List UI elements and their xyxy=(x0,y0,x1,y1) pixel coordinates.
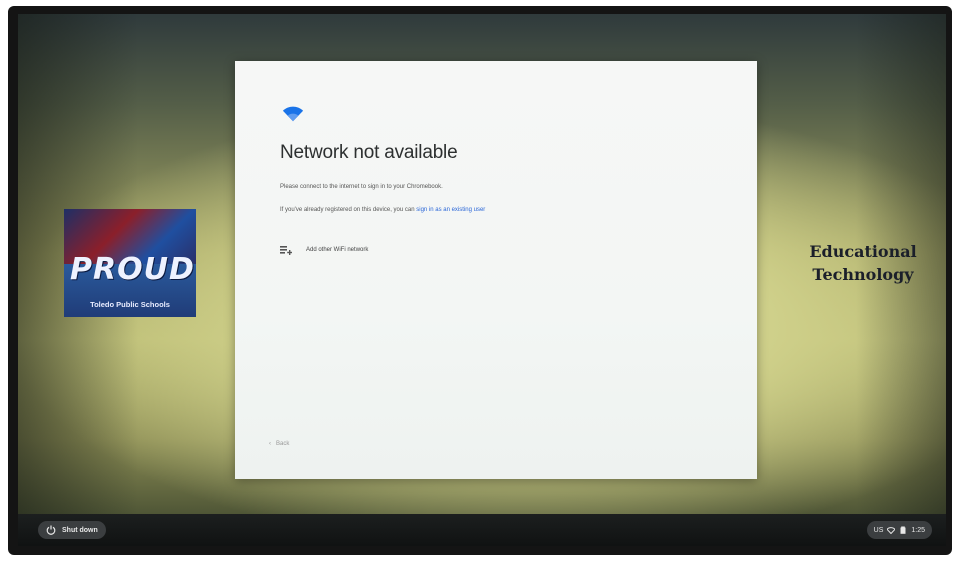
dialog-message: Please connect to the internet to sign i… xyxy=(280,184,443,190)
wifi-icon xyxy=(282,106,304,122)
back-button[interactable]: ‹ Back xyxy=(269,441,289,447)
add-wifi-network-item[interactable]: Add other WiFi network xyxy=(280,242,368,258)
shutdown-button[interactable]: Shut down xyxy=(38,521,106,539)
network-dialog: Network not available Please connect to … xyxy=(235,61,757,479)
add-network-icon xyxy=(280,246,292,255)
status-tray[interactable]: US 1:25 xyxy=(866,521,932,539)
dialog-title: Network not available xyxy=(280,142,458,163)
shelf: Shut down US 1:25 xyxy=(18,514,946,546)
shutdown-label: Shut down xyxy=(62,526,98,534)
logo-subtitle: Toledo Public Schools xyxy=(90,300,170,309)
locale-indicator: US xyxy=(873,526,884,534)
back-arrow-icon: ‹ xyxy=(269,441,271,447)
proud-logo: PROUD Toledo Public Schools xyxy=(64,209,196,317)
logo-word: PROUD xyxy=(70,252,195,287)
back-label: Back xyxy=(276,441,290,447)
wallpaper-caption: Educational Technology xyxy=(788,240,938,286)
wallpaper-caption-line2: Technology xyxy=(812,265,914,284)
existing-user-text: If you've already registered on this dev… xyxy=(280,207,485,213)
existing-user-prefix: If you've already registered on this dev… xyxy=(280,207,417,213)
wallpaper-caption-line1: Educational xyxy=(809,242,917,261)
wifi-status-icon xyxy=(887,527,896,534)
login-screen: PROUD Toledo Public Schools Educational … xyxy=(18,14,946,514)
add-wifi-label: Add other WiFi network xyxy=(306,247,369,253)
power-icon xyxy=(46,525,56,535)
battery-icon xyxy=(900,526,906,534)
clock: 1:25 xyxy=(911,526,925,534)
existing-user-link[interactable]: sign in as an existing user xyxy=(416,207,485,213)
